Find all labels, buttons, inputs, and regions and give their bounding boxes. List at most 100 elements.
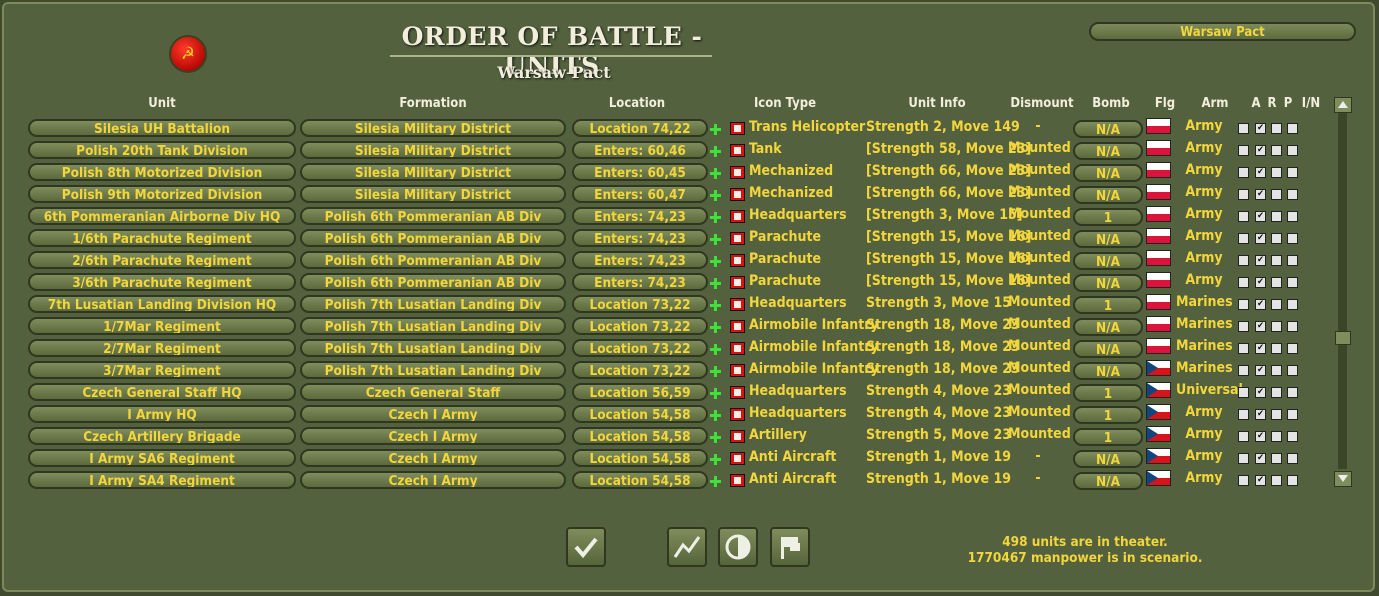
scroll-up-icon[interactable] [1334, 97, 1352, 113]
location-button[interactable]: Location 73,22 [572, 317, 708, 335]
add-icon[interactable] [709, 475, 722, 488]
header-p[interactable]: P [1282, 96, 1294, 111]
unit-name-button[interactable]: I Army SA6 Regiment [28, 449, 296, 467]
unit-name-button[interactable]: Czech General Staff HQ [28, 383, 296, 401]
add-icon[interactable] [709, 431, 722, 444]
add-icon[interactable] [709, 343, 722, 356]
scroll-thumb[interactable] [1335, 331, 1351, 345]
formation-button[interactable]: Polish 6th Pommeranian AB Div [300, 229, 566, 247]
checkbox-p[interactable] [1271, 321, 1282, 332]
add-icon[interactable] [709, 321, 722, 334]
dismount-text[interactable]: Mounted [1008, 316, 1071, 332]
add-icon[interactable] [709, 123, 722, 136]
add-icon[interactable] [709, 189, 722, 202]
checkbox-r[interactable]: ✔ [1255, 431, 1266, 442]
header-in[interactable]: I/N [1298, 96, 1324, 111]
formation-button[interactable]: Silesia Military District [300, 141, 566, 159]
location-button[interactable]: Enters: 74,23 [572, 229, 708, 247]
checkbox-p[interactable] [1271, 365, 1282, 376]
checkbox-in[interactable] [1287, 475, 1298, 486]
formation-button[interactable]: Polish 6th Pommeranian AB Div [300, 207, 566, 225]
unit-name-button[interactable]: Czech Artillery Brigade [28, 427, 296, 445]
checkbox-r[interactable]: ✔ [1255, 365, 1266, 376]
icon-type-text[interactable]: Headquarters [749, 405, 847, 421]
checkbox-r[interactable]: ✔ [1255, 233, 1266, 244]
icon-type-text[interactable]: Headquarters [749, 207, 847, 223]
scroll-down-icon[interactable] [1334, 471, 1352, 487]
formation-button[interactable]: Polish 6th Pommeranian AB Div [300, 273, 566, 291]
location-button[interactable]: Location 54,58 [572, 405, 708, 423]
checkbox-in[interactable] [1287, 453, 1298, 464]
checkbox-r[interactable]: ✔ [1255, 255, 1266, 266]
location-button[interactable]: Enters: 74,23 [572, 273, 708, 291]
header-unit[interactable]: Unit [28, 96, 296, 111]
unit-name-button[interactable]: Polish 20th Tank Division [28, 141, 296, 159]
checkbox-a[interactable] [1238, 365, 1249, 376]
formation-button[interactable]: Polish 7th Lusatian Landing Div [300, 339, 566, 357]
checkbox-p[interactable] [1271, 167, 1282, 178]
checkbox-p[interactable] [1271, 453, 1282, 464]
header-icon-type[interactable]: Icon Type [748, 96, 822, 111]
checkbox-p[interactable] [1271, 387, 1282, 398]
location-button[interactable]: Location 73,22 [572, 339, 708, 357]
dismount-text[interactable]: - [1008, 448, 1068, 464]
location-button[interactable]: Enters: 60,47 [572, 185, 708, 203]
dismount-text[interactable]: Mounted [1008, 360, 1071, 376]
location-button[interactable]: Enters: 74,23 [572, 207, 708, 225]
dismount-text[interactable]: Mounted [1008, 382, 1071, 398]
icon-type-text[interactable]: Parachute [749, 251, 821, 267]
checkbox-a[interactable] [1238, 123, 1249, 134]
bomb-button[interactable]: N/A [1073, 142, 1143, 160]
checkbox-p[interactable] [1271, 475, 1282, 486]
add-icon[interactable] [709, 453, 722, 466]
checkbox-p[interactable] [1271, 211, 1282, 222]
location-button[interactable]: Location 56,59 [572, 383, 708, 401]
icon-type-text[interactable]: Mechanized [749, 185, 833, 201]
add-icon[interactable] [709, 387, 722, 400]
add-icon[interactable] [709, 365, 722, 378]
bomb-button[interactable]: N/A [1073, 186, 1143, 204]
unit-name-button[interactable]: 2/7Mar Regiment [28, 339, 296, 357]
dismount-text[interactable]: Mounted [1008, 140, 1071, 156]
icon-type-text[interactable]: Parachute [749, 229, 821, 245]
checkbox-a[interactable] [1238, 211, 1249, 222]
checkbox-in[interactable] [1287, 233, 1298, 244]
bomb-button[interactable]: N/A [1073, 274, 1143, 292]
dismount-text[interactable]: Mounted [1008, 250, 1071, 266]
checkbox-p[interactable] [1271, 299, 1282, 310]
bomb-button[interactable]: N/A [1073, 120, 1143, 138]
checkbox-p[interactable] [1271, 233, 1282, 244]
scroll-track[interactable] [1338, 113, 1347, 469]
checkbox-p[interactable] [1271, 189, 1282, 200]
add-icon[interactable] [709, 145, 722, 158]
checkbox-in[interactable] [1287, 145, 1298, 156]
add-icon[interactable] [709, 299, 722, 312]
flag-button[interactable] [770, 527, 810, 567]
checkbox-p[interactable] [1271, 123, 1282, 134]
checkbox-r[interactable]: ✔ [1255, 343, 1266, 354]
bomb-button[interactable]: 1 [1073, 384, 1143, 402]
dismount-text[interactable]: Mounted [1008, 404, 1071, 420]
bomb-button[interactable]: N/A [1073, 472, 1143, 490]
checkbox-r[interactable]: ✔ [1255, 387, 1266, 398]
table-scrollbar[interactable] [1334, 97, 1352, 487]
checkbox-a[interactable] [1238, 233, 1249, 244]
formation-button[interactable]: Silesia Military District [300, 163, 566, 181]
location-button[interactable]: Location 54,58 [572, 449, 708, 467]
location-button[interactable]: Enters: 60,46 [572, 141, 708, 159]
checkbox-r[interactable]: ✔ [1255, 145, 1266, 156]
dismount-text[interactable]: - [1008, 118, 1068, 134]
unit-name-button[interactable]: 3/6th Parachute Regiment [28, 273, 296, 291]
bomb-button[interactable]: N/A [1073, 252, 1143, 270]
add-icon[interactable] [709, 255, 722, 268]
location-button[interactable]: Location 73,22 [572, 295, 708, 313]
checkbox-r[interactable]: ✔ [1255, 299, 1266, 310]
unit-name-button[interactable]: 7th Lusatian Landing Division HQ [28, 295, 296, 313]
checkbox-a[interactable] [1238, 431, 1249, 442]
dismount-text[interactable]: - [1008, 470, 1068, 486]
unit-name-button[interactable]: I Army HQ [28, 405, 296, 423]
bomb-button[interactable]: N/A [1073, 230, 1143, 248]
checkbox-p[interactable] [1271, 431, 1282, 442]
dismount-text[interactable]: Mounted [1008, 338, 1071, 354]
checkbox-a[interactable] [1238, 475, 1249, 486]
